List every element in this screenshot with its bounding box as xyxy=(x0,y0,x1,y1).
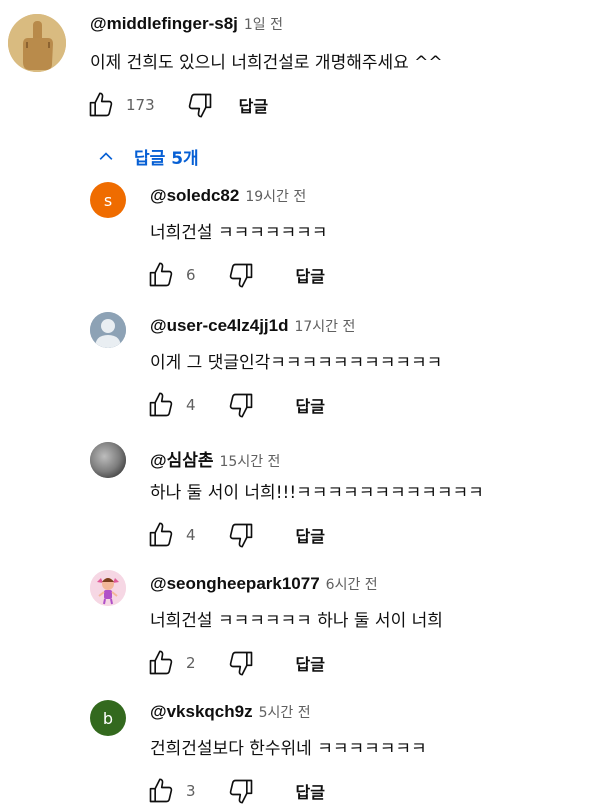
avatar[interactable] xyxy=(8,14,66,72)
comment-header: @심삼촌 15시간 전 xyxy=(150,446,280,471)
author-name[interactable]: @soledc82 xyxy=(150,186,239,205)
like-count: 173 xyxy=(126,96,155,114)
like-button[interactable] xyxy=(146,648,176,678)
thumbs-down-icon xyxy=(188,93,211,118)
middle-finger-avatar-icon xyxy=(8,14,66,72)
like-button[interactable] xyxy=(146,390,176,420)
author-name[interactable]: @user-ce4lz4jj1d xyxy=(150,316,288,335)
reply-button[interactable]: 답글 xyxy=(296,263,325,287)
dislike-button[interactable] xyxy=(185,90,215,120)
comment-text: 건희건설보다 한수위네 ㅋㅋㅋㅋㅋㅋㅋ xyxy=(150,739,427,759)
avatar[interactable]: s xyxy=(90,182,126,218)
comment-actions: 6 답글 xyxy=(146,260,325,290)
comment-header: @seongheepark1077 6시간 전 xyxy=(150,574,378,594)
comment-text: 이게 그 댓글인각ㅋㅋㅋㅋㅋㅋㅋㅋㅋㅋㅋ xyxy=(150,353,443,373)
like-count: 4 xyxy=(186,396,196,414)
thumbs-up-icon xyxy=(89,92,113,117)
author-name[interactable]: @seongheepark1077 xyxy=(150,574,320,593)
comment-actions: 4 답글 xyxy=(146,520,325,550)
thumbs-up-icon xyxy=(149,522,173,547)
like-count: 6 xyxy=(186,266,196,284)
cartoon-avatar-icon xyxy=(90,570,126,606)
timestamp[interactable]: 6시간 전 xyxy=(326,577,378,593)
thumbs-up-icon xyxy=(149,262,173,287)
author-name[interactable]: @vkskqch9z xyxy=(150,702,253,721)
like-count: 3 xyxy=(186,782,196,800)
dislike-button[interactable] xyxy=(226,776,256,806)
avatar[interactable] xyxy=(90,570,126,606)
comment-header: @middlefinger-s8j 1일 전 xyxy=(90,14,283,34)
replies-toggle-button[interactable]: 답글 5개 xyxy=(96,142,199,170)
like-button[interactable] xyxy=(146,260,176,290)
reply-comment: @seongheepark1077 6시간 전 너희건설 ㅋㅋㅋㅋㅋㅋ 하나 둘 … xyxy=(0,570,614,698)
top-comment: @middlefinger-s8j 1일 전 이제 건희도 있으니 너희건설로 개… xyxy=(0,0,614,140)
timestamp[interactable]: 5시간 전 xyxy=(259,705,311,721)
timestamp[interactable]: 17시간 전 xyxy=(294,319,355,335)
comment-actions: 173 답글 xyxy=(86,90,268,120)
avatar[interactable] xyxy=(90,442,126,478)
thumbs-down-icon xyxy=(229,523,252,548)
reply-comment: b @vkskqch9z 5시간 전 건희건설보다 한수위네 ㅋㅋㅋㅋㅋㅋㅋ 3 … xyxy=(0,698,614,810)
comment-text: 너희건설 ㅋㅋㅋㅋㅋㅋ 하나 둘 서이 너희 xyxy=(150,611,443,631)
reply-button[interactable]: 답글 xyxy=(296,523,325,547)
comment-actions: 2 답글 xyxy=(146,648,325,678)
comment-header: @vkskqch9z 5시간 전 xyxy=(150,702,311,722)
reply-button[interactable]: 답글 xyxy=(239,93,268,117)
thumbs-down-icon xyxy=(229,393,252,418)
like-button[interactable] xyxy=(86,90,116,120)
reply-button[interactable]: 답글 xyxy=(296,779,325,803)
dislike-button[interactable] xyxy=(226,648,256,678)
reply-comment: @user-ce4lz4jj1d 17시간 전 이게 그 댓글인각ㅋㅋㅋㅋㅋㅋㅋㅋ… xyxy=(0,310,614,438)
default-user-avatar-icon xyxy=(90,312,126,348)
thumbs-down-icon xyxy=(229,651,252,676)
chevron-up-icon xyxy=(99,152,113,160)
comment-actions: 3 답글 xyxy=(146,776,325,806)
comment-text: 이제 건희도 있으니 너희건설로 개명해주세요 ^^ xyxy=(90,53,443,73)
photo-avatar-icon xyxy=(90,442,126,478)
like-button[interactable] xyxy=(146,520,176,550)
reply-button[interactable]: 답글 xyxy=(296,393,325,417)
timestamp[interactable]: 15시간 전 xyxy=(220,454,281,470)
timestamp[interactable]: 19시간 전 xyxy=(245,189,306,205)
author-name[interactable]: @심삼촌 xyxy=(150,451,214,470)
like-count: 4 xyxy=(186,526,196,544)
reply-comment: s @soledc82 19시간 전 너희건설 ㅋㅋㅋㅋㅋㅋㅋ 6 답글 xyxy=(0,180,614,308)
avatar-letter: b xyxy=(102,708,114,728)
timestamp[interactable]: 1일 전 xyxy=(244,17,283,33)
avatar[interactable]: b xyxy=(90,700,126,736)
author-name[interactable]: @middlefinger-s8j xyxy=(90,14,238,33)
dislike-button[interactable] xyxy=(226,260,256,290)
comment-header: @soledc82 19시간 전 xyxy=(150,186,306,206)
avatar[interactable] xyxy=(90,312,126,348)
comment-actions: 4 답글 xyxy=(146,390,325,420)
thumbs-up-icon xyxy=(149,778,173,803)
reply-comment: @심삼촌 15시간 전 하나 둘 서이 너희!!!ㅋㅋㅋㅋㅋㅋㅋㅋㅋㅋㅋㅋ 4 답… xyxy=(0,440,614,568)
comment-text: 하나 둘 서이 너희!!!ㅋㅋㅋㅋㅋㅋㅋㅋㅋㅋㅋㅋ xyxy=(150,483,484,503)
thumbs-up-icon xyxy=(149,650,173,675)
replies-toggle-label: 답글 5개 xyxy=(134,148,199,169)
dislike-button[interactable] xyxy=(226,390,256,420)
like-button[interactable] xyxy=(146,776,176,806)
comment-text: 너희건설 ㅋㅋㅋㅋㅋㅋㅋ xyxy=(150,223,328,243)
thumbs-down-icon xyxy=(229,779,252,804)
reply-button[interactable]: 답글 xyxy=(296,651,325,675)
dislike-button[interactable] xyxy=(226,520,256,550)
thumbs-up-icon xyxy=(149,392,173,417)
comment-header: @user-ce4lz4jj1d 17시간 전 xyxy=(150,316,355,336)
like-count: 2 xyxy=(186,654,196,672)
avatar-letter: s xyxy=(103,190,113,210)
thumbs-down-icon xyxy=(229,263,252,288)
